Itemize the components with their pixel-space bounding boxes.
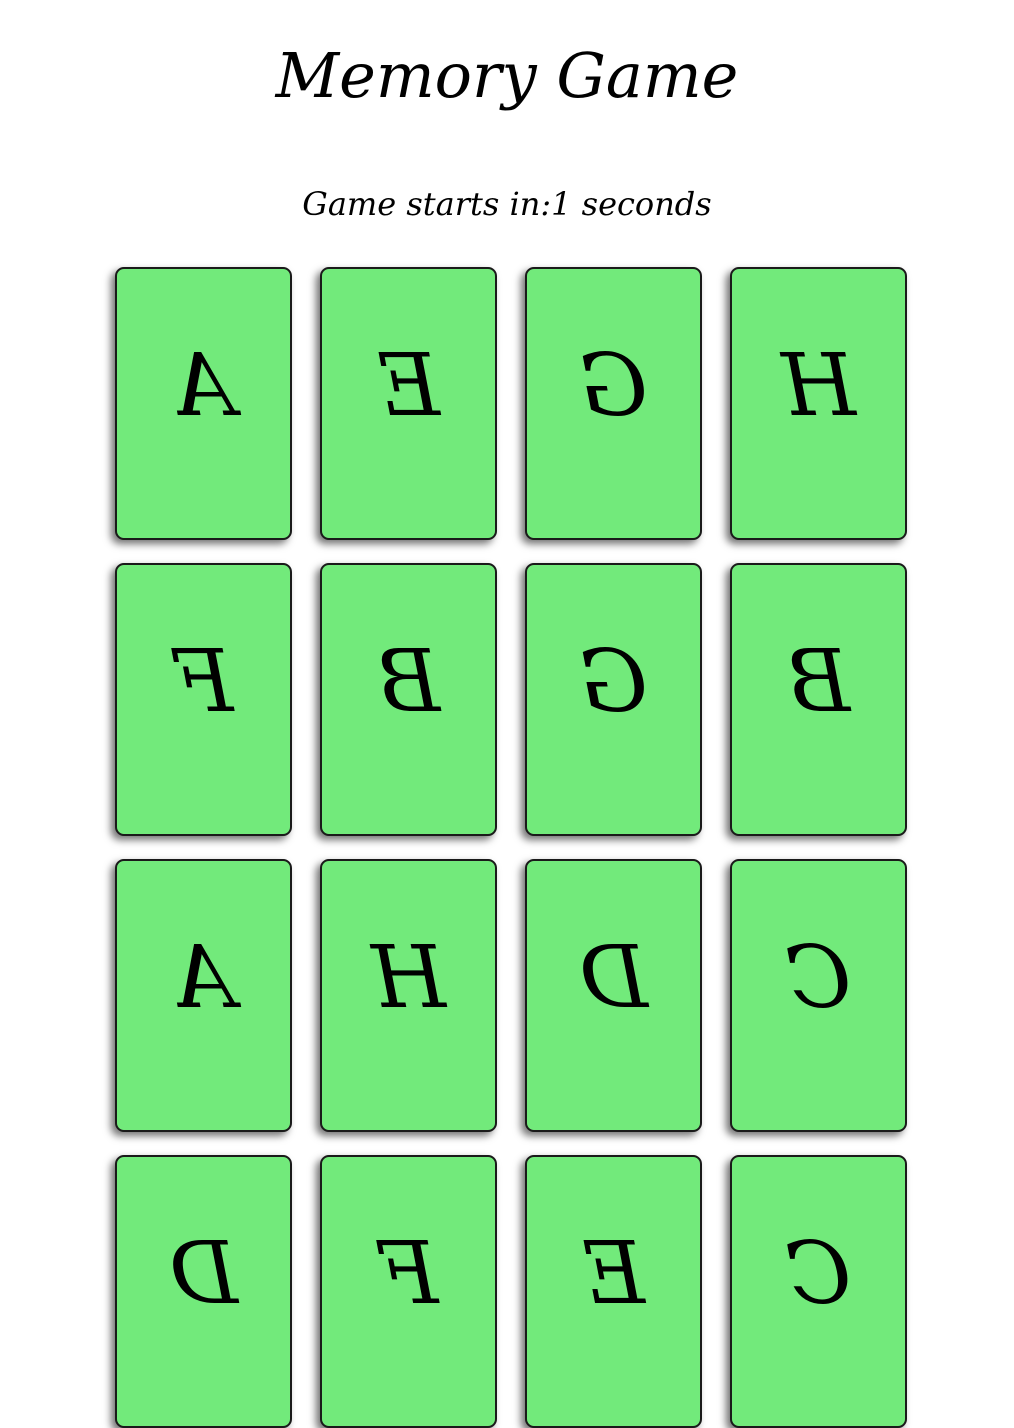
card-letter: H bbox=[781, 336, 856, 436]
card-letter: F bbox=[378, 1224, 439, 1324]
card-letter: H bbox=[371, 928, 446, 1028]
card-letter: G bbox=[579, 632, 648, 732]
memory-card[interactable]: H bbox=[320, 859, 497, 1132]
card-letter: D bbox=[579, 928, 648, 1028]
memory-card[interactable]: D bbox=[115, 1155, 292, 1428]
game-title: Memory Game bbox=[275, 39, 739, 112]
memory-card[interactable]: D bbox=[525, 859, 702, 1132]
memory-card[interactable]: B bbox=[320, 563, 497, 836]
memory-card[interactable]: F bbox=[320, 1155, 497, 1428]
card-letter: A bbox=[172, 928, 235, 1028]
memory-card[interactable]: C bbox=[730, 1155, 907, 1428]
memory-card[interactable]: F bbox=[115, 563, 292, 836]
memory-card[interactable]: A bbox=[115, 267, 292, 540]
memory-card[interactable]: E bbox=[320, 267, 497, 540]
card-letter: D bbox=[169, 1224, 238, 1324]
card-letter: B bbox=[786, 632, 851, 732]
memory-card[interactable]: G bbox=[525, 267, 702, 540]
card-letter: E bbox=[377, 336, 440, 436]
card-letter: A bbox=[172, 336, 235, 436]
memory-card[interactable]: C bbox=[730, 859, 907, 1132]
card-letter: E bbox=[582, 1224, 645, 1324]
countdown-timer: Game starts in:1 seconds bbox=[302, 185, 712, 223]
card-grid: A E G H F B G B A H D C D F E C bbox=[115, 267, 908, 1428]
card-letter: G bbox=[579, 336, 648, 436]
memory-card[interactable]: H bbox=[730, 267, 907, 540]
card-letter: C bbox=[785, 1224, 852, 1324]
memory-card[interactable]: B bbox=[730, 563, 907, 836]
card-letter: C bbox=[785, 928, 852, 1028]
memory-card[interactable]: E bbox=[525, 1155, 702, 1428]
memory-card[interactable]: G bbox=[525, 563, 702, 836]
memory-card[interactable]: A bbox=[115, 859, 292, 1132]
card-letter: B bbox=[376, 632, 441, 732]
card-letter: F bbox=[173, 632, 234, 732]
